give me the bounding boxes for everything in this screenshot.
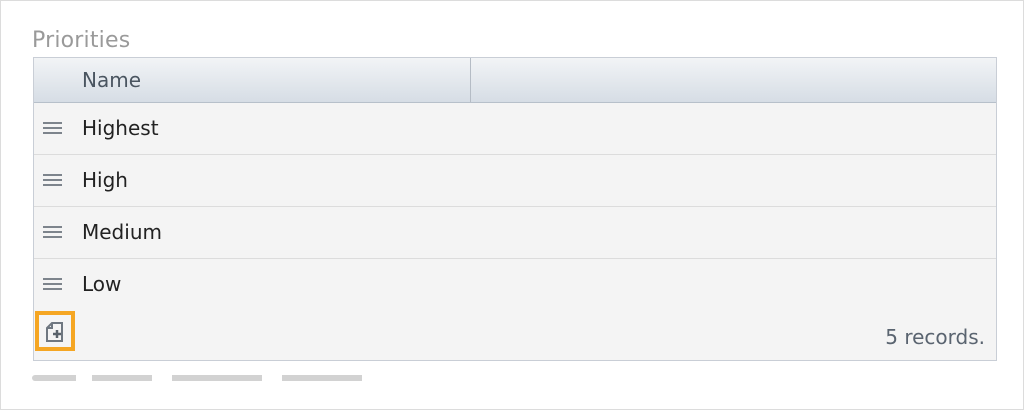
column-header-label: Name — [82, 68, 142, 92]
row-name: High — [82, 168, 128, 192]
add-record-button[interactable] — [35, 311, 75, 351]
grid-footer: 5 records. — [34, 309, 996, 360]
panel-frame: Priorities Name Highest High Medium Low — [0, 0, 1024, 410]
grid-header: Name — [34, 58, 996, 103]
add-document-icon — [46, 322, 63, 342]
drag-handle-icon[interactable] — [43, 122, 62, 134]
row-name: Low — [82, 272, 122, 296]
section-title: Priorities — [32, 28, 131, 53]
drag-handle-icon[interactable] — [43, 174, 62, 186]
column-header-empty — [471, 58, 996, 102]
column-header-name[interactable]: Name — [34, 58, 471, 102]
table-row[interactable]: Low — [34, 259, 996, 311]
table-row[interactable]: High — [34, 155, 996, 207]
table-row[interactable]: Medium — [34, 207, 996, 259]
next-section-cutoff — [32, 373, 392, 383]
row-name: Highest — [82, 116, 159, 140]
table-row[interactable]: Highest — [34, 103, 996, 155]
row-name: Medium — [82, 220, 162, 244]
drag-handle-icon[interactable] — [43, 278, 62, 290]
priorities-grid: Name Highest High Medium Low 5 records. — [33, 57, 997, 361]
drag-handle-icon[interactable] — [43, 226, 62, 238]
record-count: 5 records. — [885, 325, 985, 349]
